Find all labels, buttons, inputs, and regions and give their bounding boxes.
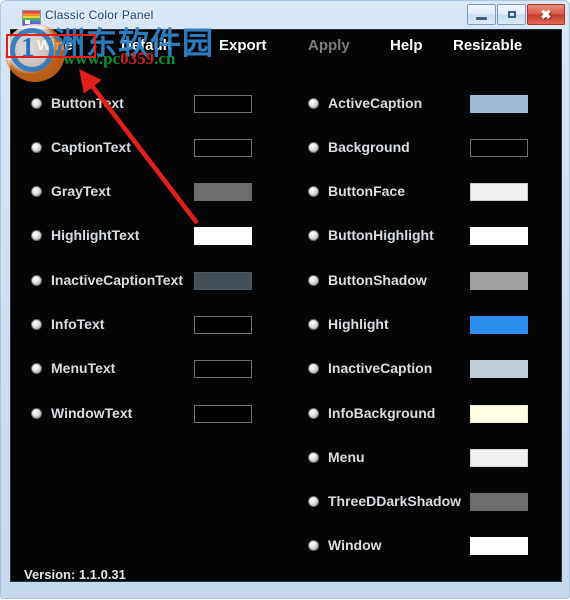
application-window: Classic Color Panel ✖ Wine Default Export A… [0, 0, 570, 599]
color-row-buttontext[interactable]: ButtonText [31, 93, 252, 115]
color-row-threeddarkshadow[interactable]: ThreeDDarkShadow [308, 491, 528, 513]
menu-item-default[interactable]: Default [121, 33, 172, 59]
color-label-graytext: GrayText [51, 183, 111, 199]
title-bar[interactable]: Classic Color Panel ✖ [1, 1, 570, 31]
color-swatch-window[interactable] [470, 537, 528, 555]
color-row-inactivecaption[interactable]: InactiveCaption [308, 358, 528, 380]
color-swatch-background[interactable] [470, 139, 528, 157]
radio-inactivecaptiontext[interactable] [31, 275, 42, 286]
color-label-captiontext: CaptionText [51, 139, 131, 155]
color-label-infobackground: InfoBackground [328, 405, 436, 421]
color-row-activecaption[interactable]: ActiveCaption [308, 93, 528, 115]
menu-item-apply: Apply [308, 37, 350, 54]
color-swatch-infotext[interactable] [194, 316, 252, 334]
color-label-windowtext: WindowText [51, 405, 133, 421]
rainbow-flag-icon [22, 10, 41, 26]
color-row-windowframe[interactable]: WindowFrame [308, 579, 528, 582]
radio-graytext[interactable] [31, 186, 42, 197]
radio-captiontext[interactable] [31, 142, 42, 153]
color-swatch-buttonhighlight[interactable] [470, 227, 528, 245]
color-label-windowframe: WindowFrame [328, 579, 424, 581]
color-row-buttonhighlight[interactable]: ButtonHighlight [308, 225, 528, 247]
color-swatch-buttonshadow[interactable] [470, 272, 528, 290]
radio-menutext[interactable] [31, 363, 42, 374]
color-label-menutext: MenuText [51, 360, 116, 376]
color-row-windowtext[interactable]: WindowText [31, 403, 252, 425]
color-label-activecaption: ActiveCaption [328, 95, 423, 111]
color-row-buttonshadow[interactable]: ButtonShadow [308, 270, 528, 292]
color-swatch-inactivecaption[interactable] [470, 360, 528, 378]
color-swatch-threeddarkshadow[interactable] [470, 493, 528, 511]
color-label-menu: Menu [328, 449, 365, 465]
radio-buttontext[interactable] [31, 98, 42, 109]
color-row-captiontext[interactable]: CaptionText [31, 137, 252, 159]
color-label-highlight: Highlight [328, 316, 389, 332]
color-label-buttonface: ButtonFace [328, 183, 405, 199]
color-row-menutext[interactable]: MenuText [31, 358, 252, 380]
color-swatch-buttontext[interactable] [194, 95, 252, 113]
color-swatch-windowframe[interactable] [470, 581, 528, 582]
radio-highlighttext[interactable] [31, 230, 42, 241]
radio-buttonhighlight[interactable] [308, 230, 319, 241]
menu-item-resizable[interactable]: Resizable [453, 33, 522, 59]
minimize-button[interactable] [467, 4, 496, 25]
menu-item-help[interactable]: Help [390, 33, 423, 59]
color-swatch-buttonface[interactable] [470, 183, 528, 201]
color-label-buttonshadow: ButtonShadow [328, 272, 427, 288]
radio-threeddarkshadow[interactable] [308, 496, 319, 507]
color-swatch-activecaption[interactable] [470, 95, 528, 113]
color-row-infotext[interactable]: InfoText [31, 314, 252, 336]
maximize-button[interactable] [497, 4, 526, 25]
color-row-background[interactable]: Background [308, 137, 528, 159]
color-swatch-windowtext[interactable] [194, 405, 252, 423]
radio-buttonface[interactable] [308, 186, 319, 197]
color-label-threeddarkshadow: ThreeDDarkShadow [328, 493, 462, 509]
color-row-window[interactable]: Window [308, 535, 528, 557]
close-icon: ✖ [540, 7, 552, 22]
menu-item-export[interactable]: Export [219, 33, 267, 59]
color-label-infotext: InfoText [51, 316, 105, 332]
window-title: Classic Color Panel [45, 8, 154, 22]
radio-inactivecaption[interactable] [308, 363, 319, 374]
color-swatch-inactivecaptiontext[interactable] [194, 272, 252, 290]
color-row-highlighttext[interactable]: HighlightText [31, 225, 252, 247]
color-row-highlight[interactable]: Highlight [308, 314, 528, 336]
color-label-background: Background [328, 139, 410, 155]
color-row-menu[interactable]: Menu [308, 447, 528, 469]
color-swatch-highlighttext[interactable] [194, 227, 252, 245]
color-swatch-graytext[interactable] [194, 183, 252, 201]
radio-window[interactable] [308, 540, 319, 551]
color-label-buttonhighlight: ButtonHighlight [328, 227, 434, 243]
color-row-inactivecaptiontext[interactable]: InactiveCaptionText [31, 270, 252, 292]
color-swatch-highlight[interactable] [470, 316, 528, 334]
color-swatch-captiontext[interactable] [194, 139, 252, 157]
version-label: Version: 1.1.0.31 [24, 567, 126, 582]
color-label-inactivecaption: InactiveCaption [328, 360, 433, 376]
menu-bar: WineDefaultExportApplyHelpResizable>>> [11, 33, 561, 61]
color-label-window: Window [328, 537, 382, 553]
radio-menu[interactable] [308, 452, 319, 463]
color-swatch-infobackground[interactable] [470, 405, 528, 423]
close-button[interactable]: ✖ [527, 4, 565, 25]
color-label-inactivecaptiontext: InactiveCaptionText [51, 272, 183, 288]
color-row-buttonface[interactable]: ButtonFace [308, 181, 528, 203]
color-label-buttontext: ButtonText [51, 95, 124, 111]
color-row-infobackground[interactable]: InfoBackground [308, 403, 528, 425]
radio-infotext[interactable] [31, 319, 42, 330]
menu-item-wine[interactable]: Wine [37, 33, 73, 59]
radio-activecaption[interactable] [308, 98, 319, 109]
color-label-highlighttext: HighlightText [51, 227, 140, 243]
radio-buttonshadow[interactable] [308, 275, 319, 286]
app-client-area: WineDefaultExportApplyHelpResizable>>> B… [10, 29, 562, 582]
radio-background[interactable] [308, 142, 319, 153]
radio-infobackground[interactable] [308, 408, 319, 419]
color-swatch-menutext[interactable] [194, 360, 252, 378]
radio-windowtext[interactable] [31, 408, 42, 419]
color-swatch-menu[interactable] [470, 449, 528, 467]
radio-highlight[interactable] [308, 319, 319, 330]
color-row-graytext[interactable]: GrayText [31, 181, 252, 203]
